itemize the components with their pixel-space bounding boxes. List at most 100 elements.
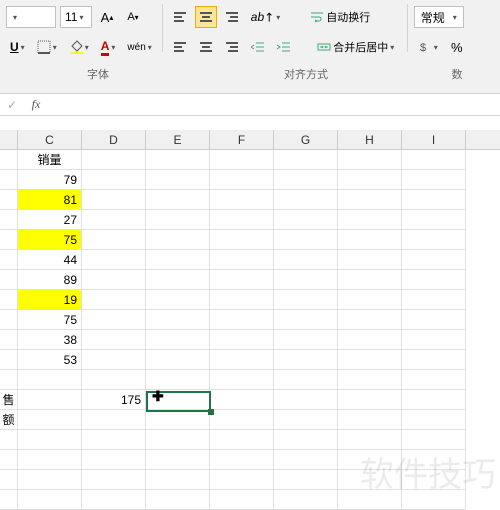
cell[interactable]: [210, 310, 274, 330]
cell[interactable]: [82, 210, 146, 230]
cell[interactable]: [274, 210, 338, 230]
cell[interactable]: 44: [18, 250, 82, 270]
cell[interactable]: [338, 210, 402, 230]
cell[interactable]: [338, 450, 402, 470]
cell[interactable]: [402, 230, 466, 250]
cell[interactable]: [274, 470, 338, 490]
align-top-button[interactable]: [169, 6, 191, 28]
cell[interactable]: [338, 290, 402, 310]
cell[interactable]: 89: [18, 270, 82, 290]
col-header[interactable]: D: [82, 130, 146, 149]
increase-indent-button[interactable]: [273, 36, 295, 58]
borders-button[interactable]: ▾: [33, 36, 61, 58]
cell[interactable]: [82, 350, 146, 370]
cell[interactable]: [146, 170, 210, 190]
decrease-font-button[interactable]: A▾: [122, 6, 144, 28]
cell[interactable]: [210, 170, 274, 190]
decrease-indent-button[interactable]: [247, 36, 269, 58]
cell[interactable]: [18, 410, 82, 430]
cell[interactable]: [0, 190, 18, 210]
cell[interactable]: [18, 390, 82, 410]
cell[interactable]: [338, 230, 402, 250]
cell[interactable]: [0, 370, 18, 390]
cell[interactable]: [82, 230, 146, 250]
cell[interactable]: [0, 470, 18, 490]
cell[interactable]: [402, 170, 466, 190]
cell[interactable]: [146, 370, 210, 390]
cell[interactable]: [338, 190, 402, 210]
fx-check-button[interactable]: ✓: [0, 98, 24, 112]
cell[interactable]: [146, 410, 210, 430]
cell[interactable]: 81: [18, 190, 82, 210]
cell[interactable]: [82, 470, 146, 490]
cell[interactable]: [402, 250, 466, 270]
cell[interactable]: [0, 170, 18, 190]
cell[interactable]: 19: [18, 290, 82, 310]
cell[interactable]: [402, 490, 466, 510]
cell[interactable]: 75: [18, 230, 82, 250]
cell[interactable]: [82, 430, 146, 450]
cell[interactable]: [18, 430, 82, 450]
cell[interactable]: [402, 470, 466, 490]
cell[interactable]: [402, 350, 466, 370]
cell[interactable]: [402, 330, 466, 350]
currency-button[interactable]: $▾: [414, 36, 442, 58]
cell[interactable]: [338, 270, 402, 290]
cell[interactable]: 售额: [0, 390, 18, 410]
cell[interactable]: [146, 430, 210, 450]
align-right-button[interactable]: [221, 36, 243, 58]
col-header[interactable]: F: [210, 130, 274, 149]
cell[interactable]: [82, 330, 146, 350]
cell[interactable]: [146, 270, 210, 290]
cell[interactable]: [402, 290, 466, 310]
cell[interactable]: [274, 430, 338, 450]
col-header[interactable]: C: [18, 130, 82, 149]
cell[interactable]: [402, 390, 466, 410]
cell[interactable]: [0, 330, 18, 350]
cell[interactable]: [82, 290, 146, 310]
cell[interactable]: [146, 450, 210, 470]
cell[interactable]: [274, 390, 338, 410]
cell[interactable]: [338, 410, 402, 430]
cell[interactable]: [0, 410, 18, 430]
phonetic-button[interactable]: wén▾: [123, 36, 155, 58]
cell[interactable]: [210, 190, 274, 210]
cell[interactable]: [402, 270, 466, 290]
fx-button[interactable]: fx: [24, 97, 48, 112]
col-header[interactable]: G: [274, 130, 338, 149]
cell[interactable]: [274, 410, 338, 430]
cell[interactable]: [210, 430, 274, 450]
align-left-button[interactable]: [169, 36, 191, 58]
cell[interactable]: [82, 250, 146, 270]
cell[interactable]: [210, 330, 274, 350]
cell[interactable]: [0, 150, 18, 170]
cell[interactable]: [274, 310, 338, 330]
cell[interactable]: [18, 470, 82, 490]
cell[interactable]: [82, 370, 146, 390]
col-header[interactable]: E: [146, 130, 210, 149]
orientation-button[interactable]: ab↗▾: [247, 6, 284, 28]
cell[interactable]: [338, 430, 402, 450]
align-center-button[interactable]: [195, 36, 217, 58]
cell[interactable]: [146, 150, 210, 170]
cell[interactable]: [0, 210, 18, 230]
percent-button[interactable]: %: [446, 36, 468, 58]
cell[interactable]: [402, 190, 466, 210]
cell[interactable]: [146, 350, 210, 370]
cell[interactable]: [0, 350, 18, 370]
cell[interactable]: [274, 250, 338, 270]
cell[interactable]: [82, 410, 146, 430]
cell[interactable]: [210, 390, 274, 410]
cell[interactable]: [82, 170, 146, 190]
cell[interactable]: 38: [18, 330, 82, 350]
wrap-text-button[interactable]: 自动换行: [300, 6, 380, 28]
cell[interactable]: [0, 270, 18, 290]
font-color-button[interactable]: A ▾: [97, 36, 120, 58]
cell[interactable]: [338, 310, 402, 330]
cell[interactable]: [146, 390, 210, 410]
cell[interactable]: [274, 170, 338, 190]
cell[interactable]: 27: [18, 210, 82, 230]
cell[interactable]: [402, 210, 466, 230]
cell[interactable]: [146, 230, 210, 250]
cell[interactable]: [338, 350, 402, 370]
